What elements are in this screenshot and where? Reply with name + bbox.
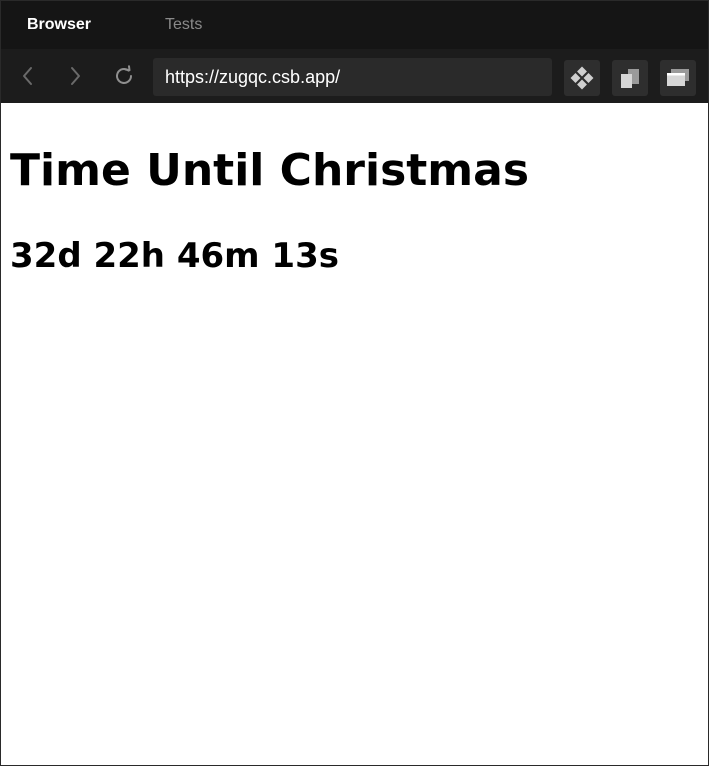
url-text[interactable]: https://zugqc.csb.app/ [165,67,340,88]
new-window-icon [667,69,689,86]
codesandbox-button[interactable] [564,60,600,96]
codesandbox-icon [570,66,594,90]
countdown-timer: 32d 22h 46m 13s [10,236,339,276]
reload-button[interactable] [109,61,139,91]
new-window-button[interactable] [660,60,696,96]
browser-toolbar: https://zugqc.csb.app/ [1,49,708,103]
tab-browser[interactable]: Browser [27,15,91,35]
reload-icon [116,65,132,84]
tab-tests[interactable]: Tests [165,15,202,35]
address-bar[interactable]: https://zugqc.csb.app/ [153,58,552,96]
open-in-window-button[interactable] [612,60,648,96]
open-in-window-icon [621,69,639,88]
chevron-left-icon [23,67,32,85]
back-button[interactable] [13,61,43,91]
browser-window: Browser Tests https://zugqc.csb.app/ Tim… [0,0,709,766]
tab-bar: Browser Tests [1,1,708,49]
page-viewport: Time Until Christmas 32d 22h 46m 13s [1,103,708,765]
chevron-right-icon [71,67,80,85]
forward-button[interactable] [60,61,90,91]
page-title: Time Until Christmas [10,145,530,196]
